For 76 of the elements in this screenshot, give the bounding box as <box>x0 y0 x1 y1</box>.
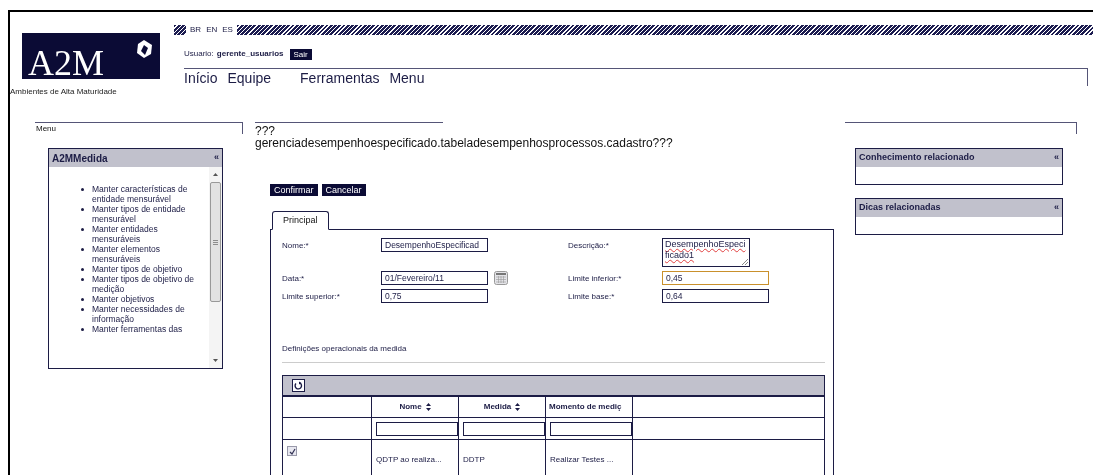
panel-title: Dicas relacionadas <box>859 201 941 215</box>
column-header[interactable]: Momento de mediç <box>549 401 622 413</box>
menu-item[interactable]: Manter entidades mensuráveis <box>92 224 200 244</box>
menu-item[interactable]: Manter elementos mensuráveis <box>92 244 200 264</box>
filter-field[interactable] <box>376 421 458 436</box>
input-field[interactable]: DesempenhoEspecificad <box>381 238 488 252</box>
user-name: gerente_usuarios <box>216 48 284 60</box>
action-button[interactable]: Confirmar <box>270 184 318 196</box>
table-cell: DDTP <box>463 455 485 464</box>
nav-link[interactable]: Equipe <box>227 70 272 86</box>
collapse-button[interactable]: « <box>1054 151 1059 165</box>
field-label: Limite inferior:* <box>568 273 623 285</box>
field-label: Limite base:* <box>568 291 616 303</box>
description-textarea[interactable]: DesempenhoEspecificado1 <box>662 238 750 267</box>
panel-title: A2MMedida <box>52 151 108 166</box>
filter-field[interactable] <box>550 421 632 436</box>
table-cell: Realizar Testes ... <box>550 455 614 464</box>
input-field[interactable]: 0,45 <box>662 271 769 285</box>
logo: A2M <box>22 33 160 79</box>
menu-item[interactable]: Manter objetivos <box>92 294 200 304</box>
bullet-icon <box>81 278 84 281</box>
column-header[interactable]: Medida <box>483 401 512 413</box>
bullet-icon <box>81 298 84 301</box>
logo-mark-icon <box>134 39 154 60</box>
menu-item[interactable]: Manter tipos de objetivo de medição <box>92 274 200 294</box>
scroll-thumb[interactable] <box>210 182 221 302</box>
panel-title: Conhecimento relacionado <box>859 151 975 165</box>
scroll-up-icon[interactable] <box>213 173 218 176</box>
user-label: Usuario: <box>184 48 214 60</box>
refresh-icon[interactable] <box>292 379 305 392</box>
menu-item[interactable]: Manter características de entidade mensurável <box>92 184 200 204</box>
nav-link[interactable]: Ferramentas <box>300 70 380 86</box>
bullet-icon <box>81 208 84 211</box>
bullet-icon <box>81 188 84 191</box>
menu-header: Menu <box>35 122 243 134</box>
sort-icon[interactable] <box>425 403 431 411</box>
logo-subtitle: Ambientes de Alta Maturidade <box>10 86 118 98</box>
field-label: Limite superior:* <box>282 291 341 303</box>
field-label: Nome:* <box>282 240 310 252</box>
grip-icon <box>213 239 218 245</box>
menu-item[interactable]: Manter tipos de entidade mensurável <box>92 204 200 224</box>
table-cell: QDTP ao realiza... <box>376 455 442 464</box>
row-checkbox[interactable] <box>287 446 297 456</box>
action-button[interactable]: Cancelar <box>321 184 366 196</box>
nav-link[interactable]: Menu <box>389 70 425 86</box>
bullet-icon <box>81 268 84 271</box>
collapse-button[interactable]: « <box>214 151 219 165</box>
input-field[interactable]: 0,64 <box>662 289 769 303</box>
scrollbar[interactable] <box>209 167 222 368</box>
section-title: Definições operacionais da medida <box>282 343 408 355</box>
input-field[interactable]: 0,75 <box>381 289 488 303</box>
bullet-icon <box>81 308 84 311</box>
language-link[interactable]: BR <box>190 25 202 35</box>
collapse-button[interactable]: « <box>1054 201 1059 215</box>
hatch-bar <box>174 25 186 35</box>
page-title: ??? gerenciadesempenhoespecificado.tabeladesempenhosprocessos.cadastro??? <box>255 125 674 149</box>
tab[interactable]: Principal <box>272 211 329 230</box>
input-field[interactable]: 01/Fevereiro/11 <box>381 271 488 285</box>
calendar-icon[interactable] <box>494 271 508 285</box>
resize-handle-icon[interactable] <box>742 259 748 265</box>
scroll-down-icon[interactable] <box>213 359 218 362</box>
logout-button[interactable]: Sair <box>289 48 312 60</box>
sort-icon[interactable] <box>515 403 521 411</box>
filter-field[interactable] <box>463 421 545 436</box>
language-link[interactable]: ES <box>222 25 233 35</box>
column-header[interactable]: Nome <box>399 401 422 413</box>
field-label: Descrição:* <box>568 240 610 252</box>
menu-item[interactable]: Manter tipos de objetivo <box>92 264 200 274</box>
language-link[interactable]: EN <box>206 25 218 35</box>
menu-item[interactable]: Manter necessidades de informação <box>92 304 200 324</box>
field-label: Data:* <box>282 273 306 285</box>
menu-item[interactable]: Manter ferramentas das <box>92 324 200 334</box>
bullet-icon <box>81 328 84 331</box>
nav-link[interactable]: Início <box>184 70 218 86</box>
bullet-icon <box>81 228 84 231</box>
bullet-icon <box>81 248 84 251</box>
